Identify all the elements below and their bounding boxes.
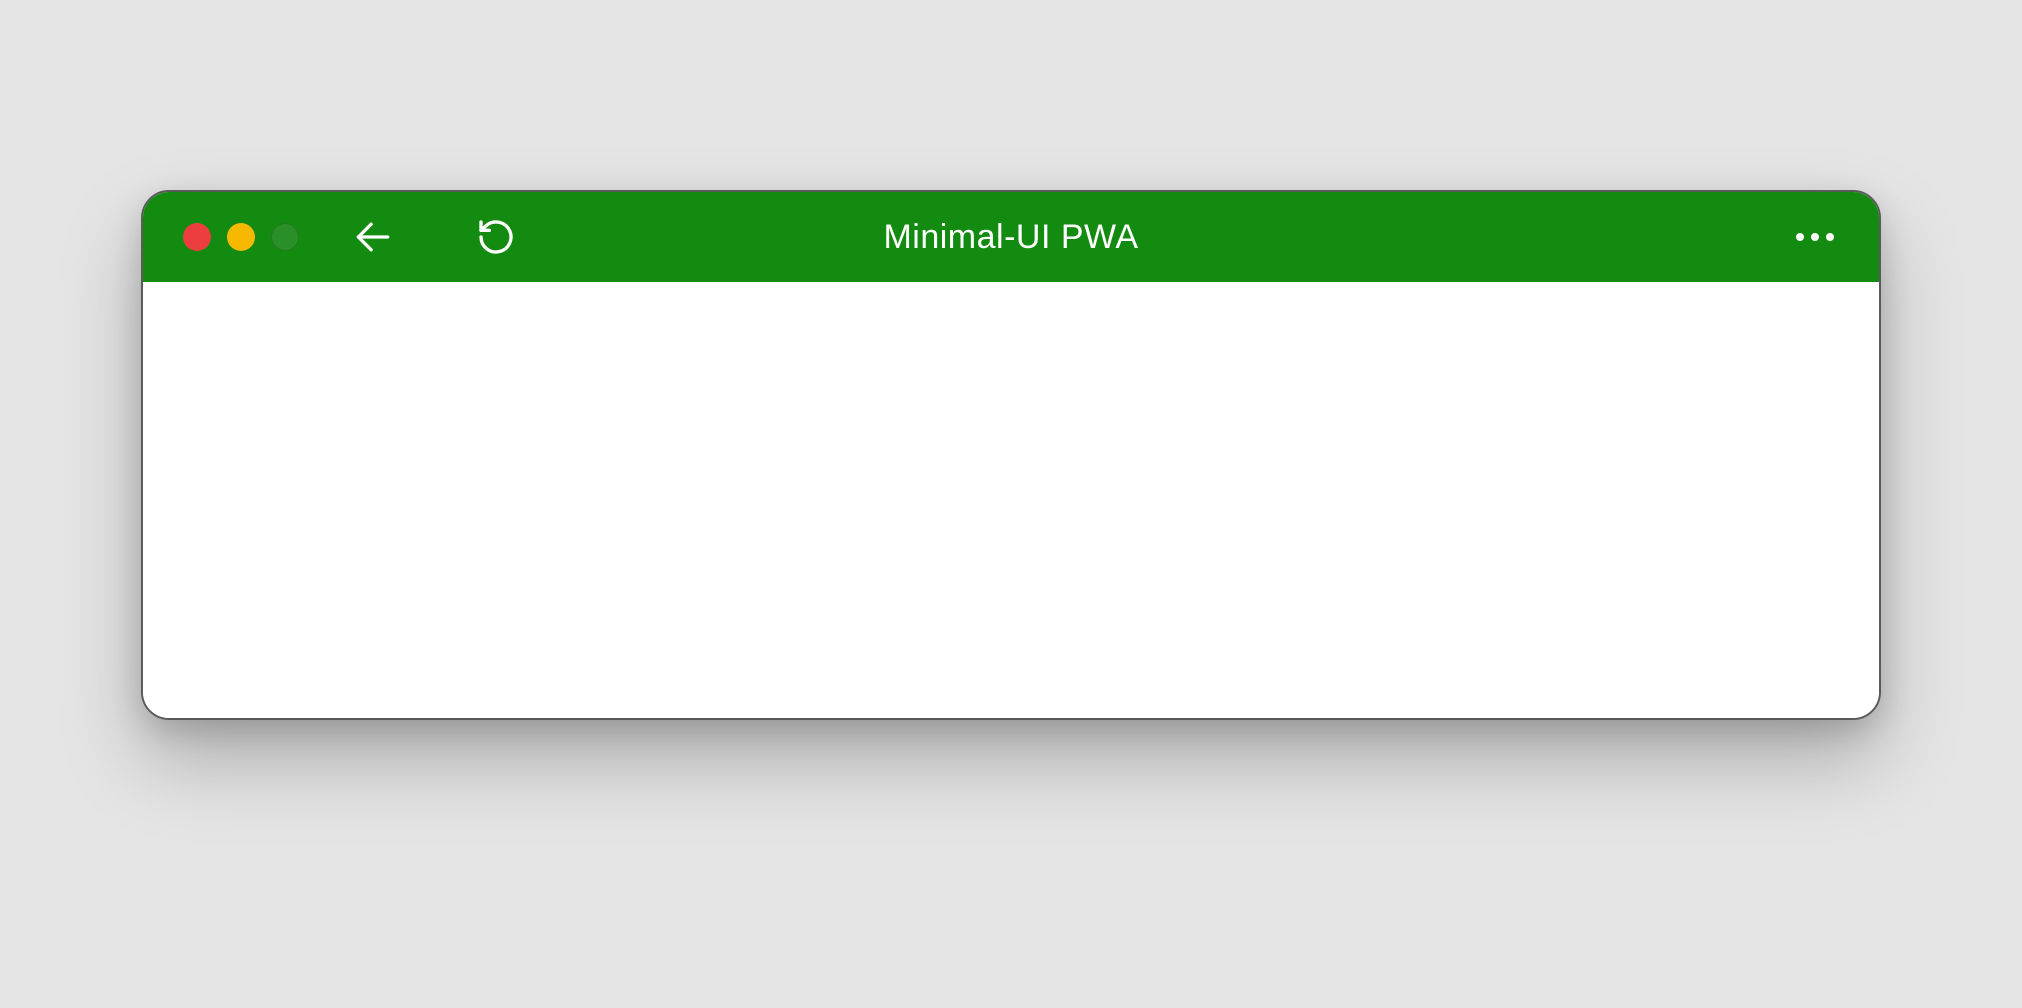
menu-button[interactable] — [1791, 213, 1839, 261]
minimize-button[interactable] — [227, 223, 255, 251]
window-title: Minimal-UI PWA — [883, 218, 1138, 257]
back-button[interactable] — [349, 213, 397, 261]
maximize-button[interactable] — [271, 223, 299, 251]
more-horizontal-icon — [1796, 233, 1834, 241]
close-button[interactable] — [183, 223, 211, 251]
nav-controls — [349, 213, 520, 261]
window-controls — [183, 223, 299, 251]
arrow-left-icon — [351, 215, 395, 259]
titlebar: Minimal-UI PWA — [143, 192, 1879, 282]
app-window: Minimal-UI PWA — [141, 190, 1881, 720]
reload-icon — [476, 217, 516, 257]
reload-button[interactable] — [472, 213, 520, 261]
content-area — [143, 282, 1879, 718]
